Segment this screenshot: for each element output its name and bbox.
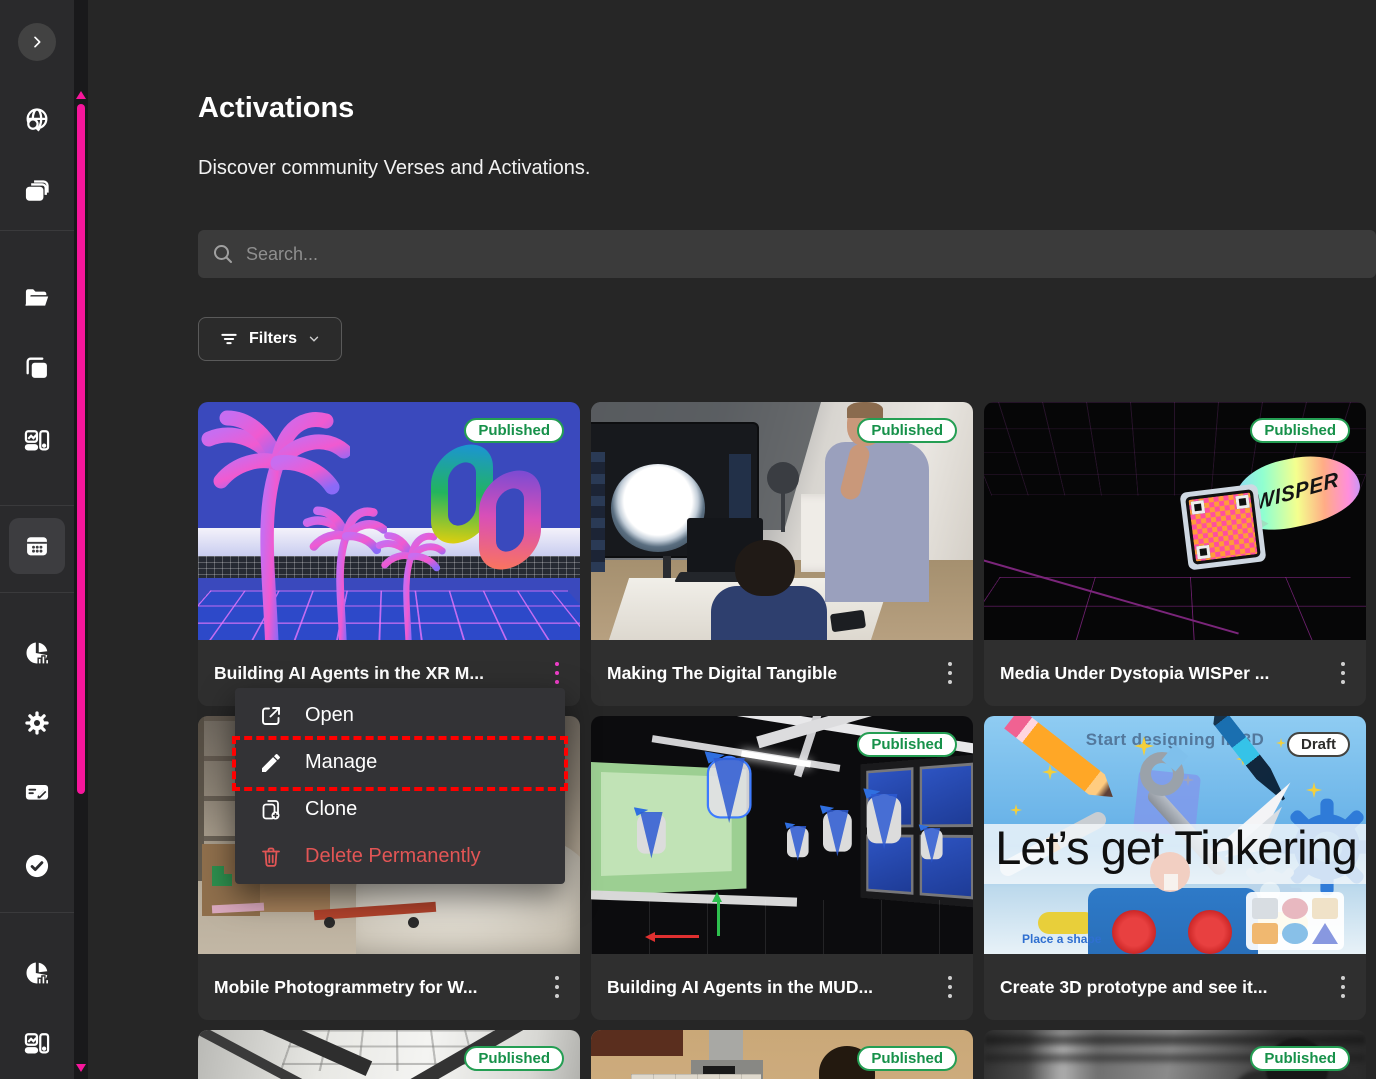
sidebar-divider: [0, 592, 74, 593]
standing-person: [825, 442, 929, 602]
card-menu-button[interactable]: [939, 970, 961, 1004]
sidebar-item-collections[interactable]: [15, 170, 59, 214]
qr-sticker: [1188, 492, 1257, 561]
menu-item-delete-permanently[interactable]: Delete Permanently: [235, 833, 565, 880]
sidebar-expand-button[interactable]: [18, 23, 56, 61]
card-thumbnail-neon-grid[interactable]: WISPER Published: [984, 402, 1366, 640]
clone-icon: [259, 798, 283, 822]
card-thumbnail-grayscale[interactable]: Published: [984, 1030, 1366, 1079]
card-title: Create 3D prototype and see it...: [1000, 977, 1332, 998]
pencil-icon: [259, 751, 283, 775]
filters-label: Filters: [249, 330, 297, 348]
art-bottom-text: Place a shape: [1022, 932, 1101, 946]
search-input[interactable]: [246, 230, 1346, 278]
sidebar-scrollbar-track[interactable]: [74, 0, 88, 1079]
sidebar-item-discover[interactable]: [15, 98, 59, 142]
status-badge: Published: [1250, 1046, 1350, 1071]
status-badge: Published: [464, 418, 564, 443]
sidebar-item-media-devices[interactable]: [15, 418, 59, 462]
image-and-phone-icon: [23, 426, 51, 454]
card-menu-button-active[interactable]: [546, 656, 568, 690]
shape-panel: [1246, 892, 1344, 950]
pie-analytics-icon: [23, 639, 51, 667]
card-title: Building AI Agents in the XR M...: [214, 663, 546, 684]
activation-card[interactable]: WISPER Published Media Under Dystopia WI…: [984, 402, 1366, 706]
scroll-down-arrow[interactable]: [76, 1064, 86, 1072]
filters-button[interactable]: Filters: [198, 317, 342, 361]
card-thumbnail-synthwave[interactable]: Published: [198, 402, 580, 640]
gear-icon: [23, 709, 51, 737]
sidebar-item-files[interactable]: [15, 276, 59, 320]
card-menu-button[interactable]: [1332, 970, 1354, 1004]
scrollbar-thumb[interactable]: [77, 104, 85, 794]
sidebar: [0, 0, 74, 1079]
sidebar-item-activations[interactable]: [15, 524, 59, 568]
card-menu-button[interactable]: [546, 970, 568, 1004]
page-title: Activations: [198, 92, 354, 125]
sidebar-item-devices[interactable]: [15, 1021, 59, 1065]
card-thumbnail-tinkering[interactable]: Start designing in 3D: [984, 716, 1366, 954]
menu-item-open[interactable]: Open: [235, 692, 565, 739]
sidebar-item-feedback[interactable]: [15, 770, 59, 814]
activation-card[interactable]: Published Making The Digital Tangible: [591, 402, 973, 706]
status-badge: Draft: [1287, 732, 1350, 757]
pie-analytics-icon: [23, 959, 51, 987]
copy-pages-icon: [23, 354, 51, 382]
activation-card[interactable]: Published Building AI Agents in the MUD.…: [591, 716, 973, 1020]
card-thumbnail-kitchen[interactable]: Published: [591, 1030, 973, 1079]
image-and-phone-icon: [23, 1029, 51, 1057]
robot: [1088, 888, 1258, 954]
card-title: Building AI Agents in the MUD...: [607, 977, 939, 998]
activation-card[interactable]: Start designing in 3D: [984, 716, 1366, 1020]
search-bar: [198, 230, 1376, 278]
trash-icon: [259, 845, 283, 869]
sidebar-item-analytics[interactable]: [15, 631, 59, 675]
open-icon: [259, 704, 283, 728]
filter-icon: [219, 329, 239, 349]
card-menu-button[interactable]: [1332, 656, 1354, 690]
activation-card[interactable]: Published: [198, 1030, 580, 1079]
check-circle-icon: [23, 852, 51, 880]
status-badge: Published: [857, 732, 957, 757]
card-thumbnail-studio-photo[interactable]: Published: [591, 402, 973, 640]
chevron-down-icon: [307, 332, 321, 346]
menu-item-clone[interactable]: Clone: [235, 786, 565, 833]
status-badge: Published: [857, 418, 957, 443]
card-context-menu: Open Manage Clone Delete Permanently: [235, 688, 565, 884]
sidebar-item-approvals[interactable]: [15, 844, 59, 888]
fan: [767, 462, 799, 494]
app-window: Activations Discover community Verses an…: [0, 0, 1376, 1079]
search-icon: [211, 242, 235, 266]
card-thumbnail-mocap[interactable]: Published: [591, 716, 973, 954]
status-badge: Published: [1250, 418, 1350, 443]
chevron-right-icon: [29, 34, 45, 50]
menu-item-manage[interactable]: Manage: [235, 739, 565, 786]
activation-card[interactable]: Published Building AI Agents in the XR M…: [198, 402, 580, 706]
scroll-up-arrow[interactable]: [76, 91, 86, 99]
calendar-grid-icon: [23, 532, 51, 560]
sidebar-divider: [0, 230, 74, 231]
card-title: Making The Digital Tangible: [607, 663, 939, 684]
sidebar-item-reports[interactable]: [15, 951, 59, 995]
activation-card[interactable]: Published: [591, 1030, 973, 1079]
sidebar-divider: [0, 912, 74, 913]
card-title: Mobile Photogrammetry for W...: [214, 977, 546, 998]
sidebar-divider: [0, 505, 74, 506]
activation-card[interactable]: Published: [984, 1030, 1366, 1079]
card-menu-button[interactable]: [939, 656, 961, 690]
status-badge: Published: [464, 1046, 564, 1071]
card-thumbnail-interior[interactable]: Published: [198, 1030, 580, 1079]
status-badge: Published: [857, 1046, 957, 1071]
sidebar-item-settings[interactable]: [15, 701, 59, 745]
globe-search-icon: [23, 106, 51, 134]
folder-open-icon: [23, 284, 51, 312]
card-edit-icon: [23, 778, 51, 806]
copilot-logo: [431, 446, 551, 576]
page-subtitle: Discover community Verses and Activation…: [198, 157, 590, 180]
sidebar-item-duplicates[interactable]: [15, 346, 59, 390]
layers-stack-icon: [23, 178, 51, 206]
card-title: Media Under Dystopia WISPer ...: [1000, 663, 1332, 684]
